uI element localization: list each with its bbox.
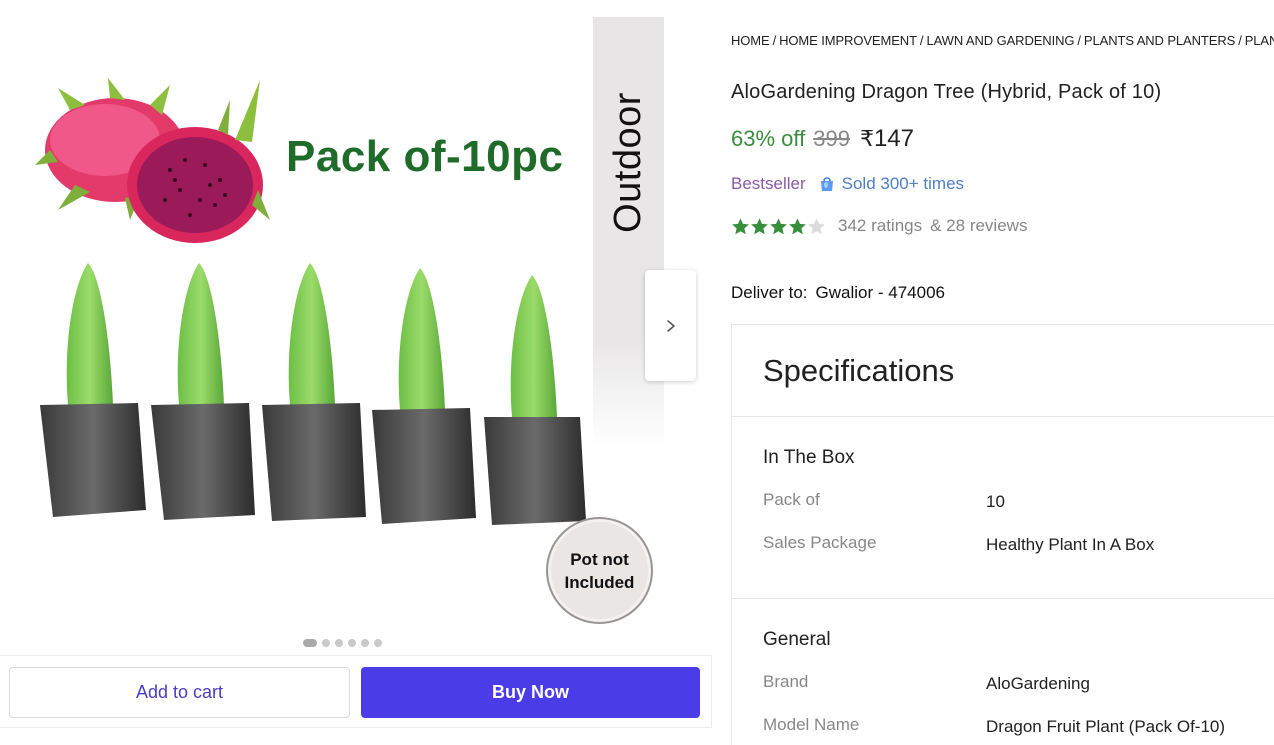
breadcrumb-home[interactable]: HOME [731, 33, 770, 48]
specifications-panel: Specifications In The Box Pack of 10 Sal… [731, 324, 1274, 745]
spec-group-title: General [763, 629, 831, 650]
gallery-dot[interactable] [322, 639, 330, 647]
gallery-dots [303, 639, 382, 647]
ratings-count: 342 ratings [838, 216, 923, 235]
dragon-fruit-illustration [35, 78, 270, 243]
breadcrumb-home-improvement[interactable]: HOME IMPROVEMENT [779, 33, 917, 48]
bestseller-badge: Bestseller [731, 174, 806, 193]
product-details: HOME / HOME IMPROVEMENT / LAWN AND GARDENING… [731, 0, 1274, 745]
spec-key: Sales Package [763, 533, 877, 552]
breadcrumb-plants-and-planters[interactable]: PLANTS AND PLANTERS [1084, 33, 1235, 48]
deliver-location: Gwalior - 474006 [815, 283, 945, 302]
breadcrumb-lawn-and-gardening[interactable]: LAWN AND GARDENING [926, 33, 1074, 48]
spec-value: Dragon Fruit Plant (Pack Of-10) [986, 717, 1226, 736]
price-row: 63% off 399 ₹147 [731, 125, 914, 153]
badges-row: Bestseller Sold 300+ times [731, 174, 964, 194]
spec-key: Brand [763, 672, 809, 691]
product-image[interactable]: Pack of-10pc [0, 10, 600, 650]
divider [732, 598, 1274, 599]
spec-value: Healthy Plant In A Box [986, 535, 1155, 554]
rating-row[interactable]: 342 ratings & 28 reviews [731, 216, 1027, 236]
buy-now-button[interactable]: Buy Now [361, 667, 700, 718]
spec-value: 10 [986, 492, 1005, 511]
action-bar: Add to cart Buy Now [0, 655, 712, 728]
original-price: 399 [813, 126, 850, 151]
star-filled-icon [732, 217, 749, 234]
divider [732, 416, 1274, 417]
gallery-dot[interactable] [348, 639, 356, 647]
plants-illustration [40, 263, 586, 525]
product-gallery: Pack of-10pc Outdoor Pot not Included [0, 0, 712, 655]
star-filled-icon [770, 217, 787, 234]
pot-not-included-badge: Pot not Included [546, 517, 653, 624]
deliver-to[interactable]: Deliver to: Gwalior - 474006 [731, 283, 945, 303]
star-filled-icon [789, 217, 806, 234]
spec-key: Pack of [763, 490, 820, 509]
selling-price: ₹147 [860, 125, 914, 153]
gallery-dot[interactable] [374, 639, 382, 647]
sold-count-text: Sold 300+ times [841, 174, 965, 193]
product-title: AloGardening Dragon Tree (Hybrid, Pack o… [731, 81, 1162, 103]
spec-key: Model Name [763, 715, 860, 734]
sold-count-badge: Sold 300+ times [818, 174, 964, 194]
chevron-right-icon [666, 319, 675, 332]
shopping-bag-icon [820, 177, 833, 191]
reviews-count: & 28 reviews [930, 216, 1028, 235]
star-rating [731, 217, 826, 236]
deliver-label: Deliver to: [731, 283, 808, 302]
currency-symbol: ₹ [859, 126, 874, 151]
outdoor-label: Outdoor [607, 91, 649, 233]
gallery-dot[interactable] [361, 639, 369, 647]
breadcrumb: HOME / HOME IMPROVEMENT / LAWN AND GARDENING… [731, 33, 1274, 48]
gallery-dot[interactable] [303, 639, 317, 647]
star-filled-icon [751, 217, 768, 234]
next-image-button[interactable] [645, 270, 696, 381]
add-to-cart-button[interactable]: Add to cart [9, 667, 350, 718]
spec-value: AloGardening [986, 674, 1090, 693]
discount-percent: 63% off [731, 126, 806, 151]
pack-banner-text: Pack of-10pc [286, 132, 564, 181]
specifications-title: Specifications [763, 353, 955, 388]
price-value: 147 [873, 125, 914, 152]
breadcrumb-plants[interactable]: PLAN [1245, 33, 1274, 48]
spec-group-title: In The Box [763, 447, 855, 468]
star-empty-icon [808, 217, 825, 234]
gallery-dot[interactable] [335, 639, 343, 647]
